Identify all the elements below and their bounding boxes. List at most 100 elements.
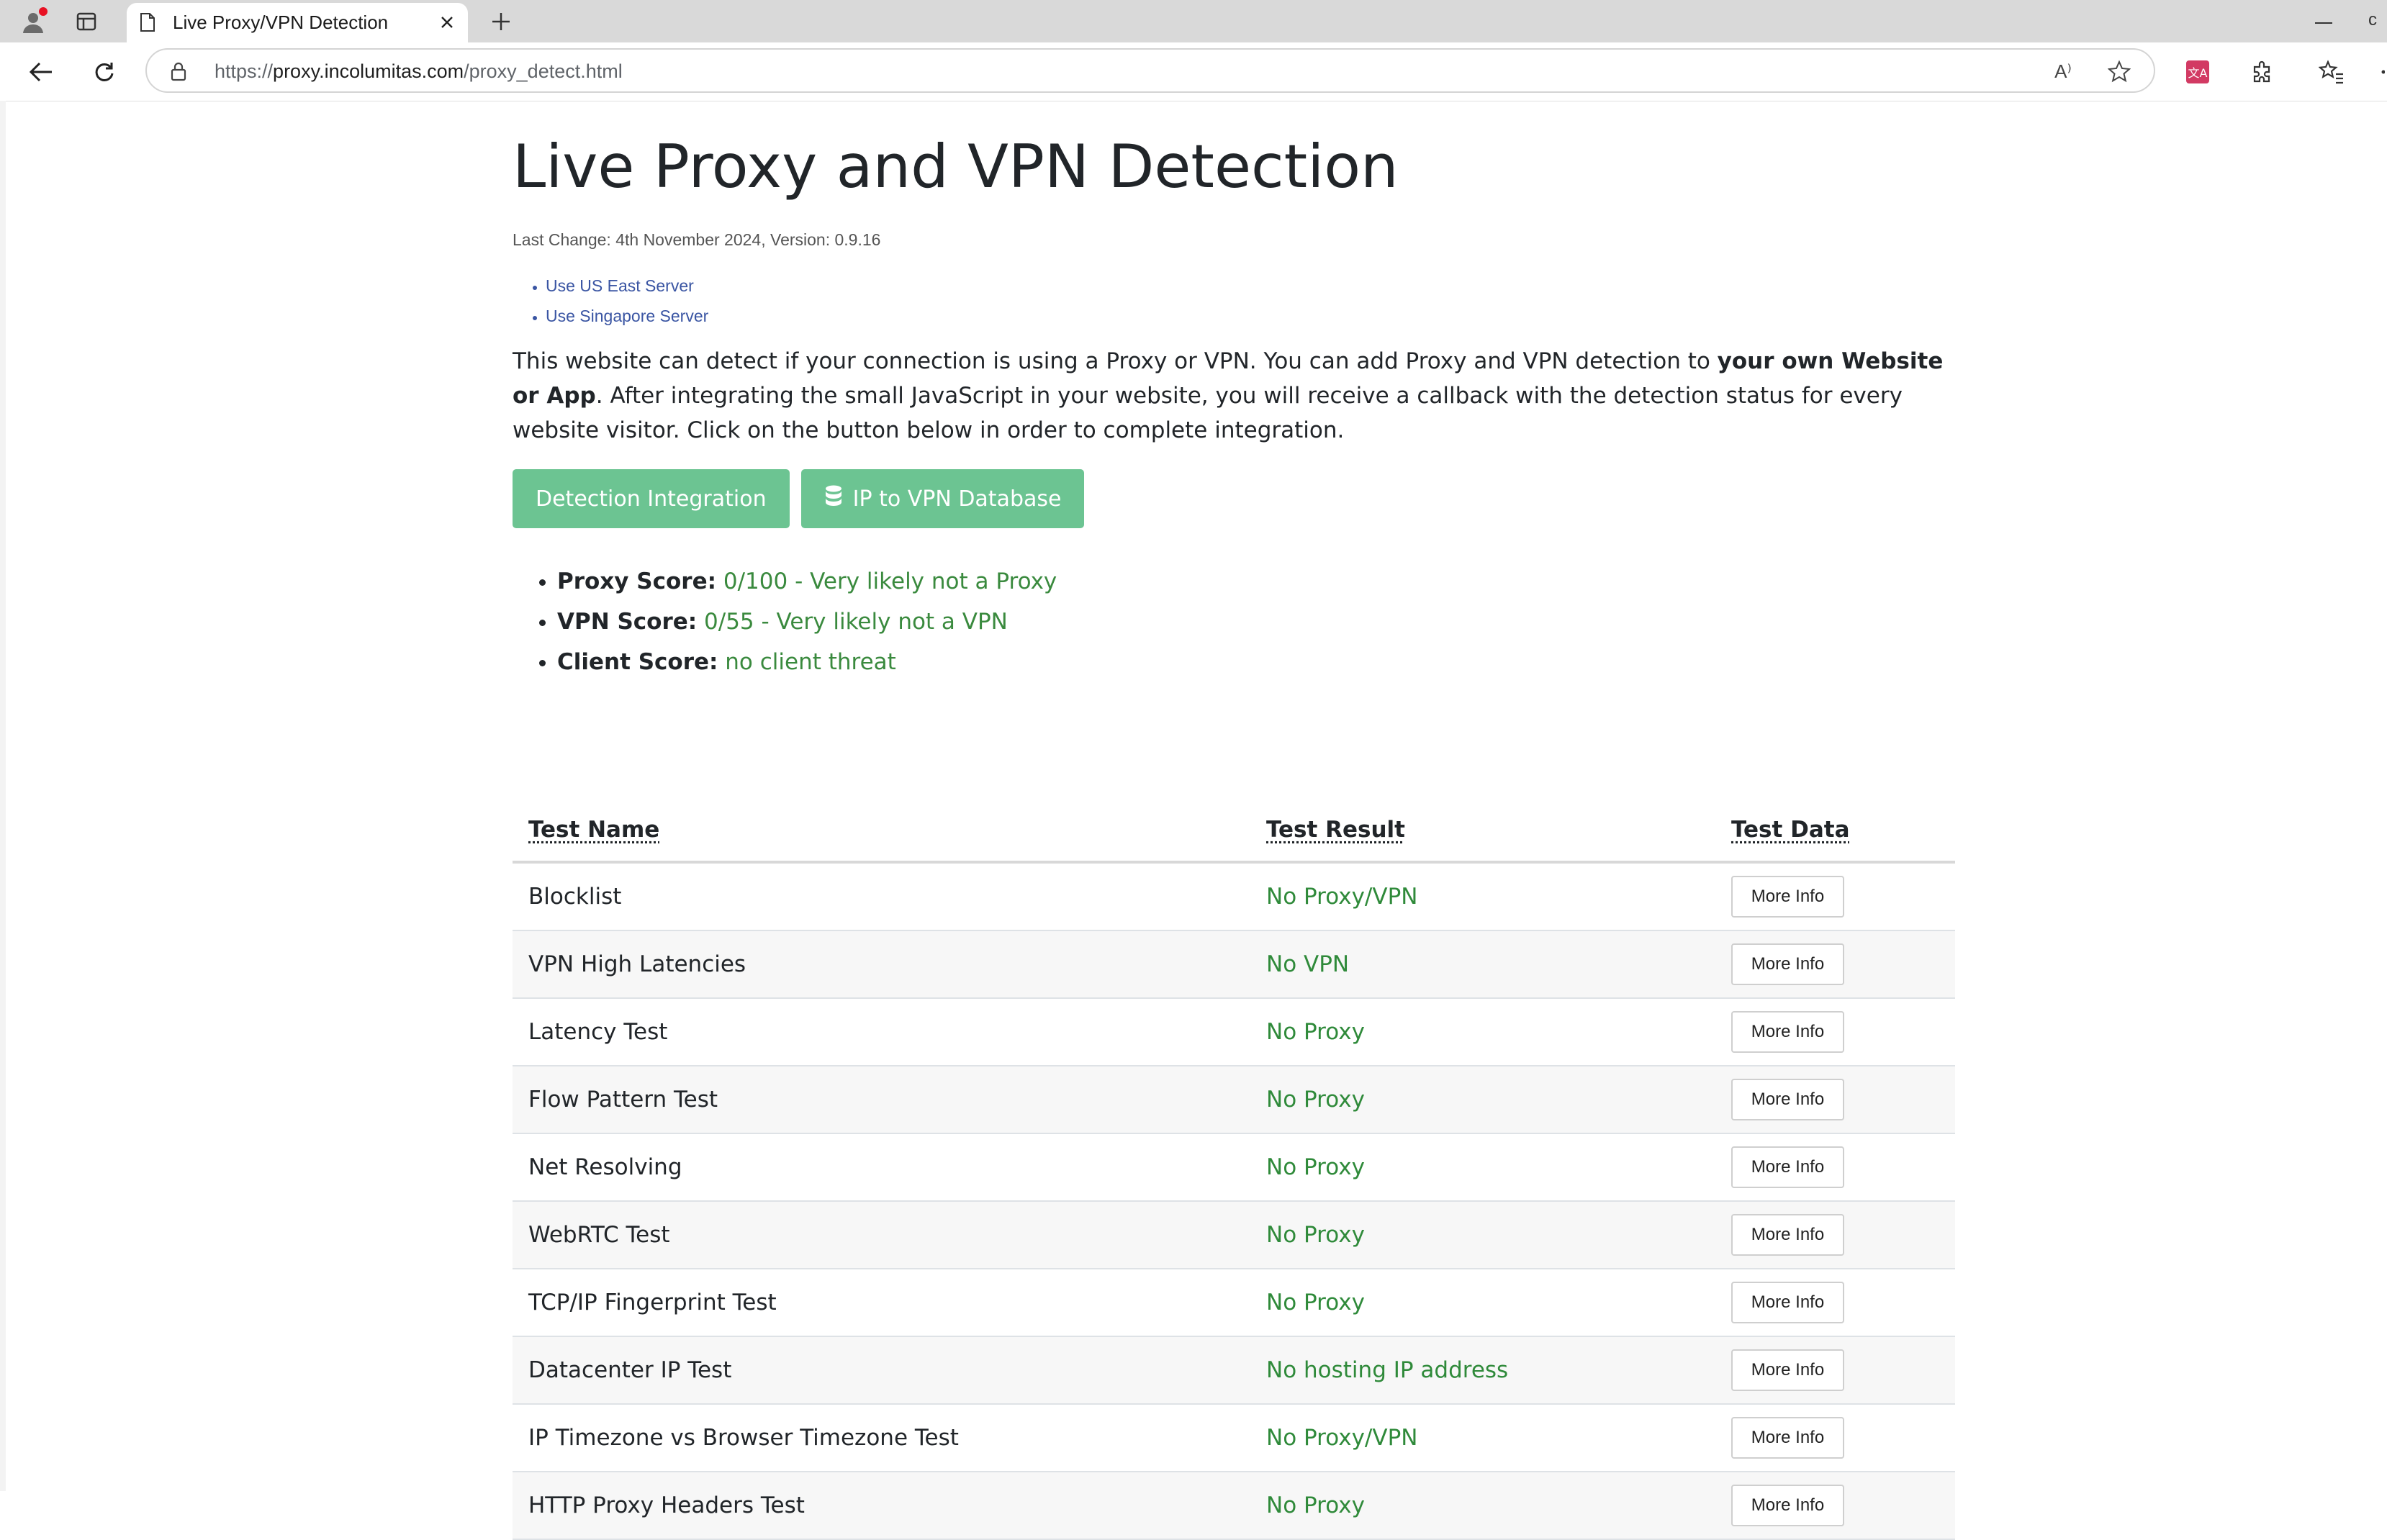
minimize-icon[interactable] bbox=[2309, 9, 2338, 37]
test-results-table: Test Name Test Result Test Data Blocklis… bbox=[513, 799, 1955, 1540]
server-list: Use US East Server Use Singapore Server bbox=[513, 271, 708, 331]
profile-icon[interactable] bbox=[17, 6, 49, 37]
svg-text:文A: 文A bbox=[2188, 66, 2208, 80]
add-favorite-star-icon[interactable] bbox=[2106, 58, 2132, 84]
proxy-score: Proxy Score: 0/100 - Very likely not a P… bbox=[557, 561, 1057, 602]
test-data-cell: More Info bbox=[1715, 862, 1955, 931]
page-icon bbox=[135, 10, 160, 35]
table-row: WebRTC Test No Proxy More Info bbox=[513, 1201, 1955, 1269]
test-name: HTTP Proxy Headers Test bbox=[513, 1472, 1250, 1540]
test-result: No Proxy bbox=[1250, 1472, 1715, 1540]
more-info-button[interactable]: More Info bbox=[1731, 876, 1844, 918]
test-data-cell: More Info bbox=[1715, 1133, 1955, 1202]
more-info-button[interactable]: More Info bbox=[1731, 1146, 1844, 1188]
test-name: Datacenter IP Test bbox=[513, 1336, 1250, 1405]
test-data-cell: More Info bbox=[1715, 1404, 1955, 1472]
server-item-singapore: Use Singapore Server bbox=[546, 301, 708, 331]
table-header-row: Test Name Test Result Test Data bbox=[513, 799, 1955, 864]
test-result: No hosting IP address bbox=[1250, 1336, 1715, 1405]
more-info-button[interactable]: More Info bbox=[1731, 1079, 1844, 1120]
header-test-name: Test Name bbox=[513, 799, 1250, 864]
detection-integration-button[interactable]: Detection Integration bbox=[513, 469, 790, 528]
score-value: 0/100 - Very likely not a Proxy bbox=[723, 569, 1057, 594]
ip-to-vpn-database-label: IP to VPN Database bbox=[852, 486, 1062, 512]
url-host: proxy.incolumitas.com bbox=[273, 60, 464, 82]
test-name: Blocklist bbox=[513, 862, 1250, 931]
more-info-button[interactable]: More Info bbox=[1731, 1214, 1844, 1256]
table-row: Blocklist No Proxy/VPN More Info bbox=[513, 862, 1955, 931]
test-result: No Proxy/VPN bbox=[1250, 1404, 1715, 1472]
more-info-button[interactable]: More Info bbox=[1731, 1417, 1844, 1459]
test-result: No Proxy bbox=[1250, 1066, 1715, 1134]
test-data-cell: More Info bbox=[1715, 1336, 1955, 1405]
intro-paragraph: This website can detect if your connecti… bbox=[513, 344, 1952, 448]
vpn-score: VPN Score: 0/55 - Very likely not a VPN bbox=[557, 602, 1057, 642]
more-info-button[interactable]: More Info bbox=[1731, 1349, 1844, 1391]
score-label: Proxy Score: bbox=[557, 569, 717, 594]
favorites-icon[interactable] bbox=[2315, 55, 2348, 89]
table-row: Latency Test No Proxy More Info bbox=[513, 998, 1955, 1066]
tab-actions-icon[interactable] bbox=[71, 6, 102, 37]
more-info-button[interactable]: More Info bbox=[1731, 1011, 1844, 1053]
test-name: Flow Pattern Test bbox=[513, 1066, 1250, 1134]
read-aloud-icon[interactable]: A⁾ bbox=[2050, 58, 2076, 84]
test-name: Net Resolving bbox=[513, 1133, 1250, 1202]
table-row: Datacenter IP Test No hosting IP address M… bbox=[513, 1336, 1955, 1405]
table-row: TCP/IP Fingerprint Test No Proxy More Info bbox=[513, 1269, 1955, 1337]
page-title: Live Proxy and VPN Detection bbox=[513, 132, 1399, 201]
test-data-cell: More Info bbox=[1715, 1472, 1955, 1540]
header-test-data: Test Data bbox=[1715, 799, 1955, 864]
new-tab-icon[interactable] bbox=[485, 6, 517, 37]
action-buttons: Detection Integration IP to VPN Database bbox=[513, 469, 1085, 528]
us-east-server-link[interactable]: Use US East Server bbox=[546, 276, 694, 295]
intro-text-1: This website can detect if your connecti… bbox=[513, 348, 1718, 374]
test-data-cell: More Info bbox=[1715, 998, 1955, 1066]
score-value: 0/55 - Very likely not a VPN bbox=[704, 609, 1008, 635]
extensions-icon[interactable] bbox=[2246, 55, 2279, 89]
table-row: Net Resolving No Proxy More Info bbox=[513, 1133, 1955, 1202]
test-result: No Proxy/VPN bbox=[1250, 862, 1715, 931]
reload-icon[interactable] bbox=[87, 55, 120, 89]
score-value: no client threat bbox=[725, 649, 896, 675]
more-info-button[interactable]: More Info bbox=[1731, 1282, 1844, 1323]
test-name: WebRTC Test bbox=[513, 1201, 1250, 1269]
test-data-cell: More Info bbox=[1715, 1269, 1955, 1337]
test-data-cell: More Info bbox=[1715, 930, 1955, 999]
singapore-server-link[interactable]: Use Singapore Server bbox=[546, 307, 708, 325]
database-icon bbox=[824, 484, 843, 513]
server-item-us-east: Use US East Server bbox=[546, 271, 708, 301]
translate-extension-icon[interactable]: 文A bbox=[2181, 55, 2214, 89]
window-control-partial[interactable]: c bbox=[2368, 10, 2377, 30]
test-name: Latency Test bbox=[513, 998, 1250, 1066]
more-info-button[interactable]: More Info bbox=[1731, 943, 1844, 985]
table-row: Flow Pattern Test No Proxy More Info bbox=[513, 1066, 1955, 1134]
test-result: No Proxy bbox=[1250, 998, 1715, 1066]
notification-dot bbox=[39, 7, 48, 16]
lock-icon[interactable] bbox=[167, 60, 190, 83]
test-name: VPN High Latencies bbox=[513, 930, 1250, 999]
test-result: No Proxy bbox=[1250, 1269, 1715, 1337]
url-path: /proxy_detect.html bbox=[464, 60, 623, 82]
client-score: Client Score: no client threat bbox=[557, 642, 1057, 682]
tab-title: Live Proxy/VPN Detection bbox=[173, 12, 389, 33]
close-tab-icon[interactable] bbox=[435, 10, 459, 35]
detection-integration-label: Detection Integration bbox=[536, 486, 767, 512]
address-bar[interactable]: https://proxy.incolumitas.com/proxy_dete… bbox=[145, 48, 2155, 93]
score-label: VPN Score: bbox=[557, 609, 698, 635]
url-scheme: https:// bbox=[215, 60, 274, 82]
test-name: IP Timezone vs Browser Timezone Test bbox=[513, 1404, 1250, 1472]
left-edge bbox=[0, 101, 6, 1491]
back-icon[interactable] bbox=[24, 55, 58, 89]
ip-to-vpn-database-button[interactable]: IP to VPN Database bbox=[800, 469, 1085, 528]
browser-toolbar: https://proxy.incolumitas.com/proxy_dete… bbox=[0, 42, 2387, 101]
table-row: IP Timezone vs Browser Timezone Test No P… bbox=[513, 1404, 1955, 1472]
active-tab[interactable]: Live Proxy/VPN Detection bbox=[127, 3, 468, 42]
table-row: VPN High Latencies No VPN More Info bbox=[513, 930, 1955, 999]
test-result: No Proxy bbox=[1250, 1201, 1715, 1269]
url-text[interactable]: https://proxy.incolumitas.com/proxy_dete… bbox=[215, 60, 623, 83]
score-label: Client Score: bbox=[557, 649, 718, 675]
more-menu-icon[interactable] bbox=[2373, 55, 2387, 89]
last-change-text: Last Change: 4th November 2024, Version:… bbox=[513, 230, 881, 249]
test-name: TCP/IP Fingerprint Test bbox=[513, 1269, 1250, 1337]
intro-text-2: . After integrating the small JavaScript… bbox=[513, 383, 1903, 443]
